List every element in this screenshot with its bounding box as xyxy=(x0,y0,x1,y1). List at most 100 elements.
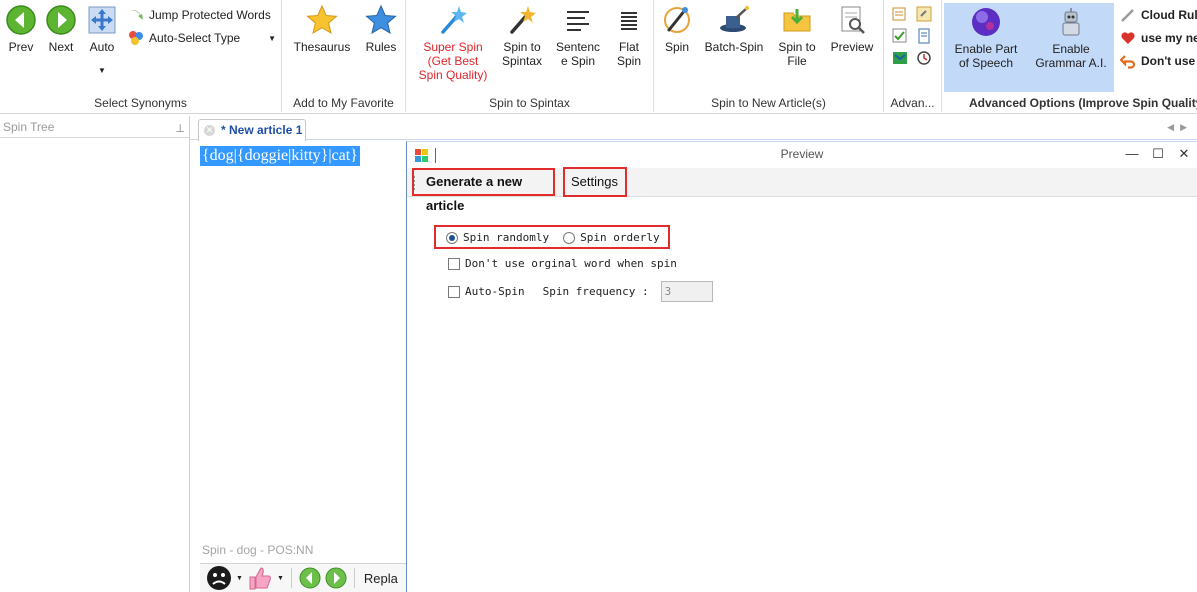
flat-lines-icon xyxy=(621,12,637,30)
tab-new-article-1[interactable]: ✕ * New article 1 xyxy=(198,119,306,141)
undo-arrow-icon xyxy=(1120,55,1136,69)
spin-randomly-radio[interactable] xyxy=(446,231,458,244)
frown-dropdown-icon[interactable]: ▼ xyxy=(236,575,243,582)
sentence-spin-button[interactable]: Sentenc e Spin xyxy=(552,2,604,68)
text-lines-icon xyxy=(567,11,589,31)
next-button[interactable]: Next xyxy=(44,2,78,54)
checklist-icon[interactable] xyxy=(892,28,908,44)
arrow-left-icon xyxy=(6,5,36,35)
forward-green-icon[interactable] xyxy=(325,567,347,589)
group-select-synonyms: Prev Next Auto ▼ Jump Protected Words Au… xyxy=(0,0,282,112)
spintax-selection[interactable]: {dog|{doggie|kitty}|cat} xyxy=(200,146,360,166)
dialog-titlebar[interactable]: Preview — ☐ ✕ xyxy=(407,142,1197,168)
group-label-advan: Advan... xyxy=(890,96,935,110)
history-icon[interactable] xyxy=(916,50,932,66)
enable-pos-button[interactable]: Enable Part of Speech xyxy=(944,3,1028,92)
auto-spin-checkbox[interactable] xyxy=(448,285,460,298)
spin-orderly-radio[interactable] xyxy=(563,231,576,244)
group-advanced-options: Enable Part of Speech Enable Grammar A.I… xyxy=(942,0,1197,112)
auto-select-dropdown-icon[interactable]: ▼ xyxy=(268,34,276,43)
folder-arrow-icon xyxy=(783,9,811,32)
spin-frequency-input[interactable] xyxy=(660,281,713,302)
group-new-article: Spin Batch-Spin Spin to File Preview Spi… xyxy=(654,0,884,112)
dont-use-original-checkbox[interactable] xyxy=(448,257,460,270)
minimize-icon[interactable]: — xyxy=(1119,146,1145,162)
dont-use-original-label[interactable]: Don't use orginal word when spin xyxy=(465,257,677,270)
window-controls: — ☐ ✕ xyxy=(1119,146,1197,162)
spin-to-spintax-button[interactable]: Spin to Spintax xyxy=(498,2,546,68)
map-icon[interactable] xyxy=(892,50,908,66)
jump-protected-words-button[interactable]: Jump Protected Words xyxy=(128,7,271,23)
spin-randomly-label[interactable]: Spin randomly xyxy=(463,231,549,244)
generate-new-article-button[interactable]: Generate a new article xyxy=(412,168,555,213)
pin-icon[interactable]: ⊥ xyxy=(175,118,185,140)
tab-scroll-arrows-icon[interactable]: ◀▶ xyxy=(1167,122,1193,133)
auto-select-type-button[interactable]: Auto-Select Type ▼ xyxy=(128,30,276,46)
auto-spin-row: Auto-Spin Spin frequency : xyxy=(448,281,713,302)
star-gold-icon xyxy=(306,4,338,35)
star-blue-icon xyxy=(365,4,397,35)
spin-orderly-label[interactable]: Spin orderly xyxy=(580,231,659,244)
auto-spin-label[interactable]: Auto-Spin xyxy=(465,285,525,298)
spin-frequency-label: Spin frequency : xyxy=(542,285,649,298)
spin-tree-header: Spin Tree ⊥ xyxy=(0,116,189,138)
rules-button[interactable]: Rules xyxy=(362,2,400,54)
edit-note-icon[interactable] xyxy=(892,6,908,22)
group-favorite: Thesaurus Rules Add to My Favorite xyxy=(282,0,406,112)
arrow-right-icon xyxy=(46,5,76,35)
toolbar-separator xyxy=(353,568,355,588)
toolbar-separator xyxy=(290,568,292,588)
frown-face-icon[interactable] xyxy=(206,565,232,591)
jump-arrow-icon xyxy=(130,10,143,20)
group-advan: Advan... xyxy=(884,0,942,112)
close-icon[interactable]: ✕ xyxy=(204,125,215,136)
spin-mode-row: Spin randomly Spin orderly xyxy=(446,231,660,244)
auto-move-icon xyxy=(88,6,116,34)
spin-tree-pane: Spin Tree ⊥ xyxy=(0,116,190,592)
close-window-icon[interactable]: ✕ xyxy=(1171,146,1197,162)
link-icon[interactable] xyxy=(916,6,932,22)
magic-wand-icon xyxy=(510,6,536,34)
replace-button[interactable]: Repla xyxy=(364,571,398,586)
preview-dialog: Preview — ☐ ✕ Generate a new article Set… xyxy=(406,141,1197,592)
heart-icon xyxy=(1121,32,1135,44)
back-green-icon[interactable] xyxy=(299,567,321,589)
document-magnifier-icon xyxy=(841,6,865,34)
spin-to-file-button[interactable]: Spin to File xyxy=(772,2,822,68)
document-icon[interactable] xyxy=(916,28,932,44)
spin-button[interactable]: Spin xyxy=(658,2,696,54)
enable-grammar-ai-button[interactable]: Enable Grammar A.I. xyxy=(1028,3,1114,92)
dialog-toolbar: Generate a new article Settings xyxy=(407,167,1197,213)
ribbon: Prev Next Auto ▼ Jump Protected Words Au… xyxy=(0,0,1197,114)
colored-balls-icon xyxy=(129,31,143,45)
prev-button[interactable]: Prev xyxy=(4,2,38,54)
settings-button[interactable]: Settings xyxy=(563,167,627,197)
group-label-favorite: Add to My Favorite xyxy=(293,96,394,110)
use-my-new-button[interactable]: use my ne xyxy=(1120,30,1197,46)
batch-spin-button[interactable]: Batch-Spin xyxy=(700,2,768,54)
spin-wand-icon xyxy=(664,7,690,33)
group-label-spintax: Spin to Spintax xyxy=(489,96,570,110)
dont-use-original-row: Don't use orginal word when spin xyxy=(448,257,677,270)
magic-wand-blue-icon xyxy=(441,6,467,34)
cloud-rules-button[interactable]: Cloud Rul xyxy=(1120,7,1197,23)
pos-status: Spin - dog - POS:NN xyxy=(202,543,314,557)
preview-button[interactable]: Preview xyxy=(826,2,878,54)
auto-dropdown-icon[interactable]: ▼ xyxy=(84,64,120,78)
super-spin-button[interactable]: Super Spin (Get Best Spin Quality) xyxy=(414,2,492,82)
auto-button[interactable]: Auto ▼ xyxy=(84,2,120,78)
group-label-select-synonyms: Select Synonyms xyxy=(94,96,187,110)
thesaurus-button[interactable]: Thesaurus xyxy=(290,2,354,54)
article-editor[interactable]: {dog|{doggie|kitty}|cat} xyxy=(196,142,406,542)
dont-use-button[interactable]: Don't use xyxy=(1120,53,1195,69)
maximize-icon[interactable]: ☐ xyxy=(1145,146,1171,162)
robot-icon xyxy=(1062,8,1080,36)
tab-label: * New article 1 xyxy=(221,123,303,137)
group-spintax: Super Spin (Get Best Spin Quality) Spin … xyxy=(406,0,654,112)
magic-hat-icon xyxy=(720,6,749,32)
thumbs-dropdown-icon[interactable]: ▼ xyxy=(277,575,284,582)
purple-orb-icon xyxy=(972,8,1000,36)
dialog-title: Preview xyxy=(780,147,824,161)
flat-spin-button[interactable]: Flat Spin xyxy=(610,2,648,68)
thumbs-up-icon[interactable] xyxy=(247,565,273,591)
